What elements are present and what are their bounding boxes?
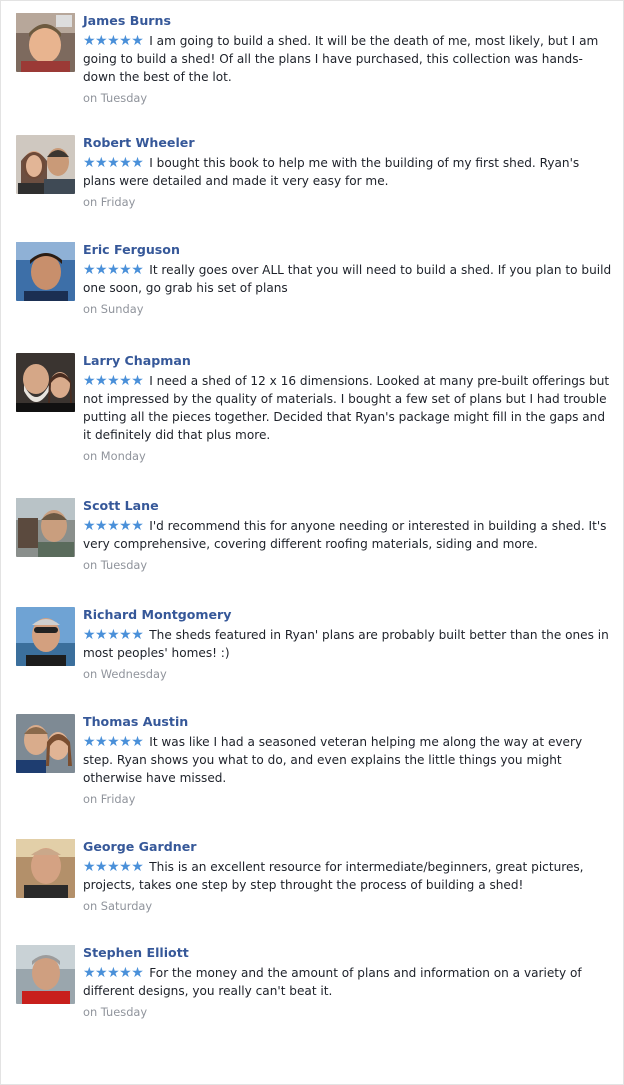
- avatar[interactable]: [16, 839, 75, 898]
- reviewer-name[interactable]: George Gardner: [83, 839, 613, 855]
- review-timestamp[interactable]: on Tuesday: [83, 1005, 613, 1019]
- rating-stars: ★★★★★: [83, 965, 144, 981]
- review-body: I need a shed of 12 x 16 dimensions. Loo…: [83, 374, 610, 442]
- review-text: ★★★★★ I need a shed of 12 x 16 dimensions…: [83, 372, 613, 444]
- reviewer-name[interactable]: Eric Ferguson: [83, 242, 613, 258]
- rating-stars: ★★★★★: [83, 518, 144, 534]
- review-text: ★★★★★ I am going to build a shed. It will…: [83, 32, 613, 86]
- review-body: I'd recommend this for anyone needing or…: [83, 519, 607, 551]
- rating-stars: ★★★★★: [83, 155, 144, 171]
- reviewer-name[interactable]: Scott Lane: [83, 498, 613, 514]
- review-timestamp[interactable]: on Tuesday: [83, 91, 613, 105]
- review-body: For the money and the amount of plans an…: [83, 966, 582, 998]
- review-text: ★★★★★ It was like I had a seasoned vetera…: [83, 733, 613, 787]
- review-text: ★★★★★ For the money and the amount of pla…: [83, 964, 613, 1000]
- review-timestamp[interactable]: on Sunday: [83, 302, 613, 316]
- review-timestamp[interactable]: on Tuesday: [83, 558, 613, 572]
- avatar[interactable]: [16, 353, 75, 412]
- rating-stars: ★★★★★: [83, 262, 144, 278]
- review-body: It really goes over ALL that you will ne…: [83, 263, 612, 295]
- review-text: ★★★★★ The sheds featured in Ryan' plans a…: [83, 626, 613, 662]
- reviewer-name[interactable]: Thomas Austin: [83, 714, 613, 730]
- review-body: The sheds featured in Ryan' plans are pr…: [83, 628, 609, 660]
- avatar[interactable]: [16, 945, 75, 1004]
- reviewer-name[interactable]: James Burns: [83, 13, 613, 29]
- reviewer-name[interactable]: Stephen Elliott: [83, 945, 613, 961]
- avatar[interactable]: [16, 607, 75, 666]
- avatar[interactable]: [16, 13, 75, 72]
- reviews-panel: James Burns ★★★★★ I am going to build a s…: [0, 0, 624, 1085]
- review-timestamp[interactable]: on Monday: [83, 449, 613, 463]
- rating-stars: ★★★★★: [83, 734, 144, 750]
- rating-stars: ★★★★★: [83, 627, 144, 643]
- review-timestamp[interactable]: on Friday: [83, 195, 613, 209]
- avatar[interactable]: [16, 242, 75, 301]
- review-text: ★★★★★ This is an excellent resource for i…: [83, 858, 613, 894]
- reviewer-name[interactable]: Richard Montgomery: [83, 607, 613, 623]
- review-body: This is an excellent resource for interm…: [83, 860, 584, 892]
- review-body: I am going to build a shed. It will be t…: [83, 34, 599, 84]
- reviewer-name[interactable]: Larry Chapman: [83, 353, 613, 369]
- rating-stars: ★★★★★: [83, 33, 144, 49]
- review-timestamp[interactable]: on Wednesday: [83, 667, 613, 681]
- review-text: ★★★★★ It really goes over ALL that you wi…: [83, 261, 613, 297]
- rating-stars: ★★★★★: [83, 859, 144, 875]
- rating-stars: ★★★★★: [83, 373, 144, 389]
- avatar[interactable]: [16, 714, 75, 773]
- avatar[interactable]: [16, 498, 75, 557]
- review-timestamp[interactable]: on Friday: [83, 792, 613, 806]
- review-body: I bought this book to help me with the b…: [83, 156, 580, 188]
- review-text: ★★★★★ I bought this book to help me with …: [83, 154, 613, 190]
- review-body: It was like I had a seasoned veteran hel…: [83, 735, 583, 785]
- avatar[interactable]: [16, 135, 75, 194]
- review-text: ★★★★★ I'd recommend this for anyone needi…: [83, 517, 613, 553]
- reviewer-name[interactable]: Robert Wheeler: [83, 135, 613, 151]
- review-timestamp[interactable]: on Saturday: [83, 899, 613, 913]
